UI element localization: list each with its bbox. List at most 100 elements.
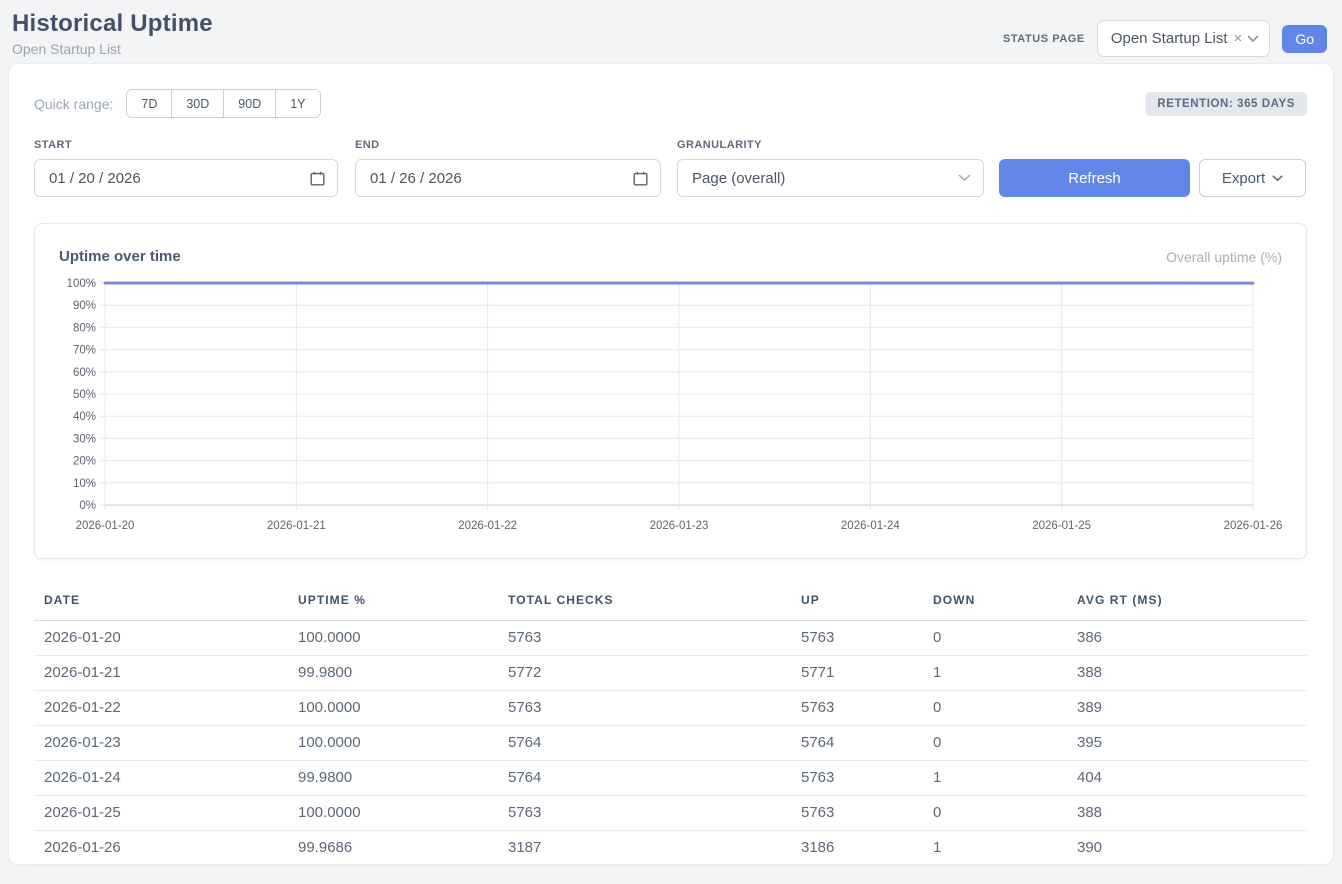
table-cell: 100.0000 [288, 796, 498, 831]
table-cell: 2026-01-20 [34, 621, 288, 656]
table-cell: 386 [1067, 621, 1307, 656]
table-row: 2026-01-23100.0000576457640395 [34, 726, 1307, 761]
svg-text:2026-01-23: 2026-01-23 [650, 520, 709, 532]
table-cell: 0 [923, 621, 1067, 656]
svg-text:2026-01-24: 2026-01-24 [841, 520, 900, 532]
uptime-table-body: 2026-01-20100.00005763576303862026-01-21… [34, 621, 1307, 866]
export-button[interactable]: Export [1199, 159, 1306, 197]
col-total-checks: TOTAL CHECKS [498, 583, 791, 621]
table-cell: 5764 [498, 761, 791, 796]
table-cell: 2026-01-24 [34, 761, 288, 796]
granularity-select[interactable]: Page (overall) [677, 159, 984, 197]
svg-text:40%: 40% [73, 411, 96, 423]
table-cell: 388 [1067, 796, 1307, 831]
svg-text:50%: 50% [73, 389, 96, 401]
svg-text:20%: 20% [73, 456, 96, 468]
table-cell: 1 [923, 656, 1067, 691]
quick-range-group: 7D 30D 90D 1Y [126, 89, 320, 118]
col-date: DATE [34, 583, 288, 621]
clear-icon[interactable]: × [1234, 30, 1243, 47]
svg-text:90%: 90% [73, 300, 96, 312]
svg-text:2026-01-20: 2026-01-20 [76, 520, 135, 532]
start-date-input[interactable]: 01 / 20 / 2026 [34, 159, 338, 197]
col-up: UP [791, 583, 923, 621]
table-cell: 2026-01-25 [34, 796, 288, 831]
table-cell: 390 [1067, 831, 1307, 866]
header-controls: STATUS PAGE Open Startup List × Go [1003, 20, 1327, 57]
end-date-field: END 01 / 26 / 2026 [355, 139, 661, 197]
table-cell: 5763 [498, 621, 791, 656]
uptime-table-head: DATE UPTIME % TOTAL CHECKS UP DOWN AVG R… [34, 583, 1307, 621]
svg-text:2026-01-21: 2026-01-21 [267, 520, 326, 532]
quick-range-label: Quick range: [34, 96, 113, 112]
svg-text:80%: 80% [73, 322, 96, 334]
status-page-value: Open Startup List [1111, 30, 1228, 47]
svg-text:10%: 10% [73, 478, 96, 490]
end-date-value: 01 / 26 / 2026 [370, 170, 462, 187]
chart-area: 0%10%20%30%40%50%60%70%80%90%100%2026-01… [59, 283, 1282, 541]
quick-range-group-wrap: Quick range: 7D 30D 90D 1Y [34, 89, 321, 118]
table-cell: 2026-01-23 [34, 726, 288, 761]
uptime-table: DATE UPTIME % TOTAL CHECKS UP DOWN AVG R… [34, 583, 1307, 866]
go-button[interactable]: Go [1282, 25, 1327, 53]
table-cell: 1 [923, 761, 1067, 796]
col-avg-rt: AVG RT (MS) [1067, 583, 1307, 621]
chevron-down-icon [1247, 35, 1259, 43]
table-cell: 0 [923, 691, 1067, 726]
end-date-input[interactable]: 01 / 26 / 2026 [355, 159, 661, 197]
table-cell: 5763 [791, 796, 923, 831]
table-cell: 5764 [791, 726, 923, 761]
table-cell: 1 [923, 831, 1067, 866]
table-row: 2026-01-22100.0000576357630389 [34, 691, 1307, 726]
table-row: 2026-01-25100.0000576357630388 [34, 796, 1307, 831]
svg-text:2026-01-25: 2026-01-25 [1032, 520, 1091, 532]
table-cell: 2026-01-21 [34, 656, 288, 691]
start-date-value: 01 / 20 / 2026 [49, 170, 141, 187]
chart-header: Uptime over time Overall uptime (%) [59, 248, 1282, 265]
table-row: 2026-01-2199.9800577257711388 [34, 656, 1307, 691]
calendar-icon[interactable] [633, 171, 648, 186]
chevron-down-icon [1272, 175, 1283, 182]
table-cell: 99.9686 [288, 831, 498, 866]
chevron-down-icon [958, 174, 971, 182]
quick-range-1y[interactable]: 1Y [275, 90, 319, 117]
svg-text:70%: 70% [73, 345, 96, 357]
start-label: START [34, 139, 338, 151]
table-cell: 5763 [498, 796, 791, 831]
svg-text:2026-01-26: 2026-01-26 [1224, 520, 1283, 532]
status-page-select[interactable]: Open Startup List × [1097, 20, 1271, 57]
quick-range-7d[interactable]: 7D [127, 90, 171, 117]
svg-text:2026-01-22: 2026-01-22 [458, 520, 517, 532]
quick-range-90d[interactable]: 90D [223, 90, 275, 117]
table-cell: 5763 [498, 691, 791, 726]
table-cell: 5763 [791, 691, 923, 726]
table-cell: 99.9800 [288, 656, 498, 691]
quick-range-row: Quick range: 7D 30D 90D 1Y RETENTION: 36… [34, 89, 1307, 118]
table-cell: 100.0000 [288, 621, 498, 656]
table-cell: 389 [1067, 691, 1307, 726]
col-uptime: UPTIME % [288, 583, 498, 621]
calendar-icon[interactable] [310, 171, 325, 186]
export-button-label: Export [1222, 170, 1265, 187]
end-label: END [355, 139, 661, 151]
page-header: Historical Uptime Open Startup List STAT… [0, 0, 1342, 63]
granularity-label: GRANULARITY [677, 139, 984, 151]
table-cell: 5772 [498, 656, 791, 691]
table-cell: 0 [923, 796, 1067, 831]
quick-range-30d[interactable]: 30D [171, 90, 223, 117]
table-cell: 100.0000 [288, 691, 498, 726]
refresh-button[interactable]: Refresh [999, 159, 1190, 197]
granularity-value: Page (overall) [692, 170, 785, 187]
filters-row: START 01 / 20 / 2026 END 01 / 26 / 2026 [34, 139, 1307, 197]
start-date-field: START 01 / 20 / 2026 [34, 139, 338, 197]
chart-legend: Overall uptime (%) [1166, 249, 1282, 265]
granularity-field: GRANULARITY Page (overall) [677, 139, 984, 197]
table-cell: 5771 [791, 656, 923, 691]
table-cell: 388 [1067, 656, 1307, 691]
page-subtitle: Open Startup List [12, 41, 213, 57]
table-cell: 5764 [498, 726, 791, 761]
status-page-label: STATUS PAGE [1003, 33, 1085, 45]
chart-title: Uptime over time [59, 248, 181, 265]
table-row: 2026-01-2499.9800576457631404 [34, 761, 1307, 796]
svg-text:100%: 100% [67, 278, 96, 290]
